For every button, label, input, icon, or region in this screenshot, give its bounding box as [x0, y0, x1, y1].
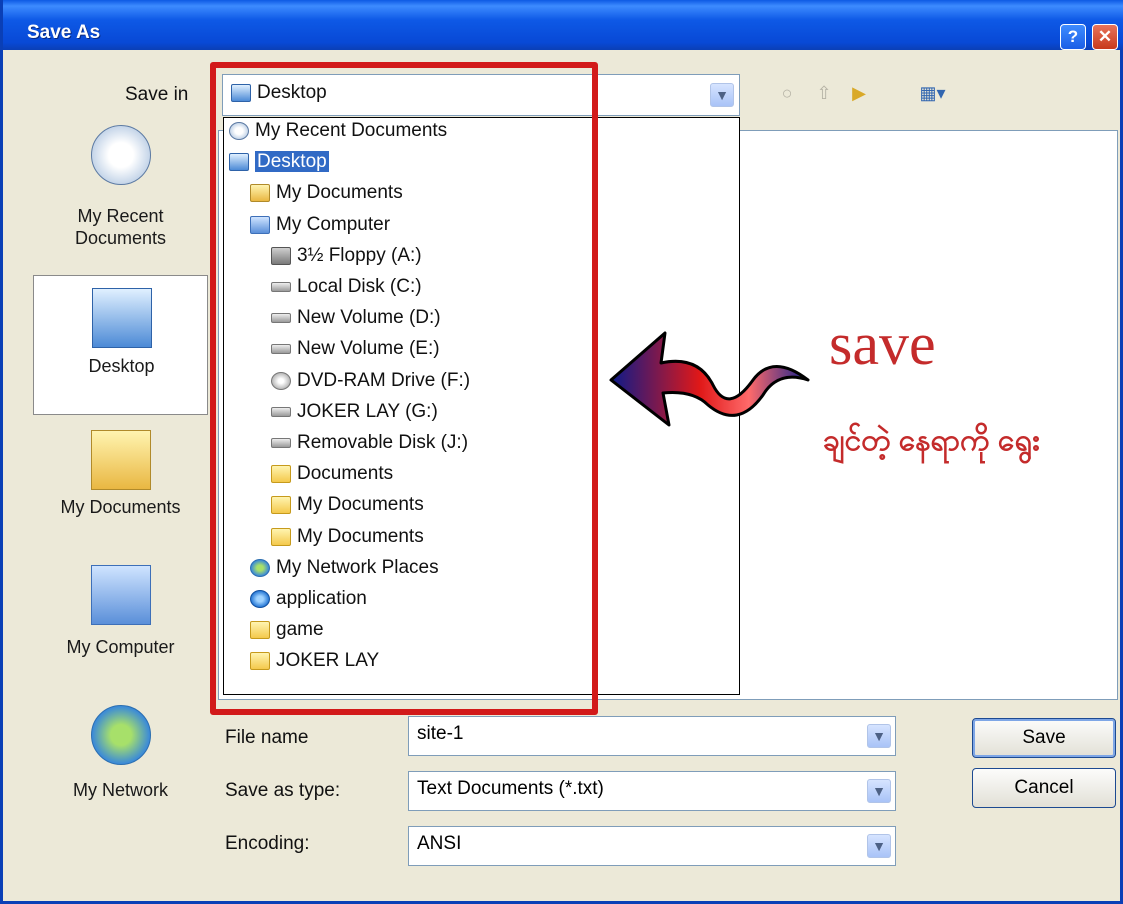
place-my-documents[interactable]: My Documents — [33, 425, 208, 565]
annotation-burmese-text: ချင်တဲ့ နေရာကို ရွေး — [823, 424, 1040, 457]
place-label: My Documents — [60, 497, 181, 517]
recent-documents-icon — [91, 125, 151, 185]
chevron-down-icon[interactable]: ▼ — [867, 834, 891, 858]
encoding-label: Encoding: — [225, 833, 310, 854]
save-in-label: Save in — [125, 84, 189, 105]
place-my-computer[interactable]: My Computer — [33, 565, 208, 705]
highlight-frame — [210, 62, 598, 715]
file-name-label: File name — [225, 727, 309, 748]
my-network-icon — [91, 705, 151, 765]
curved-arrow-icon — [609, 331, 810, 427]
cancel-button[interactable]: Cancel — [972, 768, 1116, 808]
save-button[interactable]: Save — [972, 718, 1116, 758]
places-bar: My Recent Documents Desktop My Documents… — [33, 110, 208, 830]
my-computer-icon — [91, 565, 151, 625]
desktop-icon — [92, 288, 152, 348]
place-label: Documents — [74, 228, 167, 248]
view-menu-icon[interactable]: ▦▾ — [910, 80, 955, 106]
place-my-recent-documents[interactable]: My Recent Documents — [33, 110, 208, 250]
place-desktop[interactable]: Desktop — [33, 275, 208, 415]
place-label: My Computer — [66, 637, 175, 657]
chevron-down-icon[interactable]: ▼ — [867, 779, 891, 803]
up-folder-icon[interactable]: ⇧ — [811, 80, 837, 106]
help-button[interactable]: ? — [1060, 24, 1086, 50]
chevron-down-icon[interactable]: ▼ — [867, 724, 891, 748]
dialog-title: Save As — [27, 22, 101, 43]
place-label: My Network — [72, 780, 168, 800]
my-documents-icon — [91, 430, 151, 490]
new-folder-icon[interactable]: ▶ — [846, 80, 872, 106]
place-label: My Recent — [77, 206, 164, 226]
chevron-down-icon[interactable]: ▼ — [710, 83, 734, 107]
close-button[interactable]: ✕ — [1092, 24, 1118, 50]
save-as-type-label: Save as type: — [225, 780, 341, 801]
save-as-dialog: Save As ? ✕ Save in Desktop ▼ ○ ⇧ ▶ ▦▾ M… — [0, 0, 1123, 904]
place-my-network[interactable]: My Network — [33, 700, 208, 840]
back-icon[interactable]: ○ — [774, 80, 800, 106]
place-label: Desktop — [88, 356, 155, 376]
file-name-input[interactable]: site-1 ▼ — [408, 716, 896, 756]
annotation-save-word: save — [829, 311, 936, 377]
encoding-select[interactable]: ANSI ▼ — [408, 826, 896, 866]
save-as-type-select[interactable]: Text Documents (*.txt) ▼ — [408, 771, 896, 811]
title-bar[interactable]: Save As ? ✕ — [3, 0, 1123, 50]
